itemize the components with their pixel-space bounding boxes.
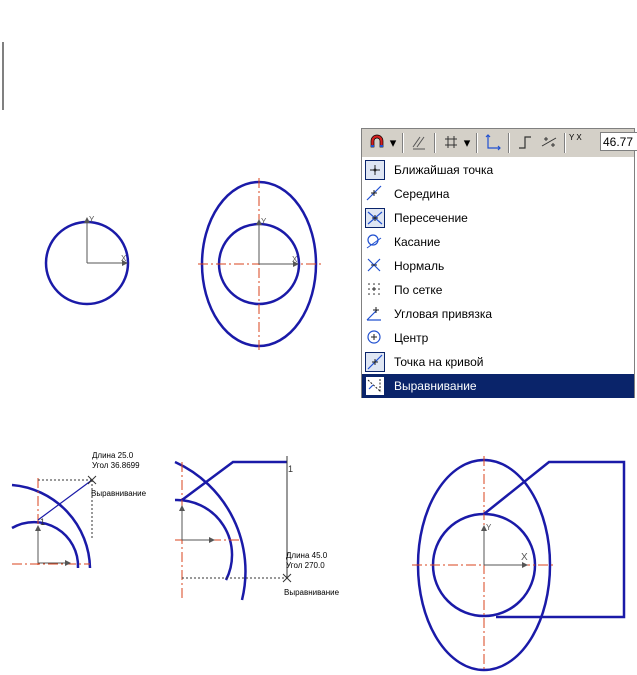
toolbar: ▾ ▾ Y X 46.77	[362, 129, 637, 158]
magnet-icon	[370, 134, 384, 148]
tangent-icon	[365, 232, 385, 252]
axes-button[interactable]	[482, 133, 504, 153]
magnet-snap-button[interactable]	[366, 133, 388, 153]
axis-y-label: Y	[261, 217, 267, 226]
menu-item-point-on-curve[interactable]: Точка на кривой	[362, 350, 634, 374]
grid-icon	[445, 136, 457, 148]
axis-x-label: X	[292, 255, 298, 264]
menu-item-label: Пересечение	[394, 211, 468, 225]
menu-item-alignment[interactable]: Выравнивание	[362, 374, 634, 398]
grid-button[interactable]	[440, 133, 462, 153]
coordinate-field[interactable]: 46.77	[600, 132, 637, 151]
snap-menu-list: Ближайшая точка Середина Пересечение Кас…	[362, 158, 634, 398]
menu-item-label: Центр	[394, 331, 429, 345]
midpoint-icon	[365, 184, 385, 204]
menu-item-label: Точка на кривой	[394, 355, 484, 369]
coord-label: Y X	[569, 133, 582, 142]
tooltip1-angle: Угол 36.8699	[92, 461, 140, 470]
menu-item-grid[interactable]: По сетке	[362, 278, 634, 302]
menu-item-center[interactable]: Центр	[362, 326, 634, 350]
menu-item-label: По сетке	[394, 283, 443, 297]
snap-toggle-button[interactable]	[538, 133, 560, 153]
dropdown-arrow-icon[interactable]: ▾	[388, 133, 398, 153]
menu-item-midpoint[interactable]: Середина	[362, 182, 634, 206]
alignment-icon	[365, 376, 385, 396]
menu-item-label: Ближайшая точка	[394, 163, 494, 177]
menu-item-label: Угловая привязка	[394, 307, 493, 321]
menu-item-nearest-point[interactable]: Ближайшая точка	[362, 158, 634, 182]
menu-item-label: Выравнивание	[394, 379, 477, 393]
tooltip2-mode: Выравнивание	[284, 588, 340, 597]
grid-icon	[365, 280, 385, 300]
axes-icon	[485, 134, 501, 151]
angle-snap-icon	[365, 304, 385, 324]
tooltip2-angle: Угол 270.0	[286, 561, 325, 570]
tooltip1-length: Длина 25.0	[92, 451, 134, 460]
menu-item-label: Касание	[394, 235, 441, 249]
menu-item-intersection[interactable]: Пересечение	[362, 206, 634, 230]
axis-y-label: Y	[89, 215, 95, 224]
menu-item-tangent[interactable]: Касание	[362, 230, 634, 254]
tooltip1-mode: Выравнивание	[91, 489, 147, 498]
tooltip2-length: Длина 45.0	[286, 551, 328, 560]
sketch-alignment-step1: 1 Длина 25.0 Угол 36.8699 Выравнивание	[11, 451, 147, 569]
nearest-point-icon	[365, 160, 385, 180]
sketch-final: Y X	[412, 456, 626, 672]
point-label-1: 1	[288, 464, 293, 474]
sketch-alignment-step2: 1 Длина 45.0 Угол 270.0 Выравнивание	[174, 456, 340, 601]
axis-x-label: X	[121, 254, 127, 263]
normal-icon	[365, 256, 385, 276]
sketch-ellipse-circle: Y X	[198, 178, 322, 350]
dropdown-arrow-icon[interactable]: ▾	[462, 133, 472, 153]
menu-item-angle-snap[interactable]: Угловая привязка	[362, 302, 634, 326]
snap-menu: ▾ ▾ Y X 46.77 Ближайшая точка Середина П…	[361, 128, 637, 398]
point-on-curve-icon	[365, 352, 385, 372]
axis-x-label: X	[521, 552, 528, 563]
parallel-button[interactable]	[408, 133, 430, 153]
snap-toggle-icon	[541, 137, 557, 147]
point-label-1: 1	[40, 517, 45, 527]
menu-item-label: Середина	[394, 187, 450, 201]
ortho-button[interactable]	[514, 133, 536, 153]
center-icon	[365, 328, 385, 348]
menu-item-normal[interactable]: Нормаль	[362, 254, 634, 278]
sketch-circle: Y X	[44, 215, 130, 306]
intersection-icon	[365, 208, 385, 228]
axis-y-label: Y	[486, 523, 492, 532]
parallel-icon	[412, 136, 425, 150]
menu-item-label: Нормаль	[394, 259, 445, 273]
ortho-icon	[519, 136, 531, 149]
